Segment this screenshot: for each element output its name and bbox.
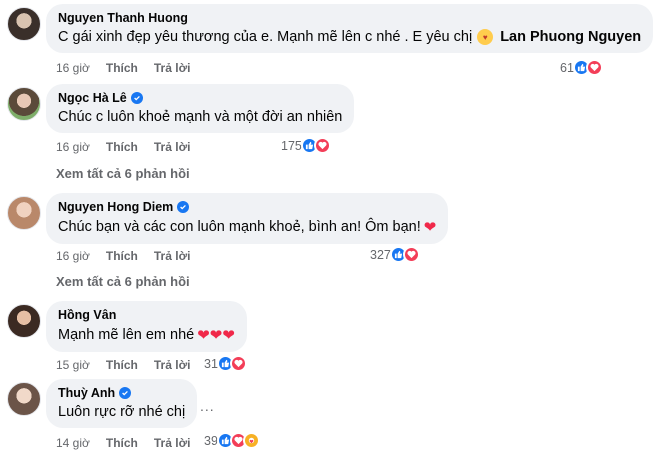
verified-badge-icon xyxy=(130,92,143,104)
comment-text: Chúc bạn và các con luôn mạnh khoẻ, bình… xyxy=(58,218,436,236)
comment-bubble: Thuỳ Anh Luôn rực rỡ nhé chị xyxy=(46,379,198,428)
comment-actions: 14 giờ Thích Trả lời xyxy=(56,436,190,450)
avatar[interactable] xyxy=(7,196,41,230)
love-icon xyxy=(585,59,603,76)
view-replies-link[interactable]: Xem tất cả 6 phản hồi xyxy=(56,166,190,181)
care-icon xyxy=(242,432,260,449)
verified-badge-icon xyxy=(177,201,190,213)
timestamp[interactable]: 16 giờ xyxy=(56,249,90,263)
comment-actions: 16 giờ Thích Trả lời xyxy=(56,61,190,75)
timestamp[interactable]: 16 giờ xyxy=(56,140,90,154)
reaction-summary[interactable]: 175 xyxy=(281,137,331,154)
reaction-count: 61 xyxy=(560,60,574,75)
timestamp[interactable]: 15 giờ xyxy=(56,358,90,372)
comment-bubble: Ngọc Hà Lê Chúc c luôn khoẻ mạnh và một … xyxy=(46,84,355,133)
reaction-summary[interactable]: 61 xyxy=(560,59,603,76)
reaction-summary[interactable]: 39 xyxy=(204,432,260,449)
reply-button[interactable]: Trả lời xyxy=(154,436,191,450)
timestamp[interactable]: 14 giờ xyxy=(56,436,90,450)
author-label[interactable]: Nguyen Hong Diem xyxy=(58,200,173,214)
reaction-summary[interactable]: 327 xyxy=(370,246,420,263)
comment-bubble: Nguyen Thanh Huong C gái xinh đẹp yêu th… xyxy=(46,4,654,53)
heart-emoji-icon: ❤❤❤ xyxy=(197,327,235,344)
avatar[interactable] xyxy=(7,7,41,41)
view-replies-link[interactable]: Xem tất cả 6 phản hồi xyxy=(56,274,190,289)
comment-text-label: Chúc bạn và các con luôn mạnh khoẻ, bình… xyxy=(58,219,421,235)
comment-text-label: C gái xinh đẹp yêu thương của e. Mạnh mẽ… xyxy=(58,29,473,45)
author-label[interactable]: Hồng Vân xyxy=(58,308,116,322)
like-button[interactable]: Thích xyxy=(106,358,138,372)
comment-actions: 15 giờ Thích Trả lời xyxy=(56,358,190,372)
comment-text: Luôn rực rỡ nhé chị xyxy=(58,404,185,420)
reply-button[interactable]: Trả lời xyxy=(154,249,191,263)
like-button[interactable]: Thích xyxy=(106,436,138,450)
reaction-summary[interactable]: 31 xyxy=(204,355,247,372)
reaction-count: 39 xyxy=(204,433,218,448)
verified-badge-icon xyxy=(119,387,132,399)
author-name[interactable]: Nguyen Thanh Huong xyxy=(58,11,641,25)
reply-button[interactable]: Trả lời xyxy=(154,140,191,154)
like-button[interactable]: Thích xyxy=(106,249,138,263)
author-name[interactable]: Hồng Vân xyxy=(58,308,235,322)
author-label[interactable]: Thuỳ Anh xyxy=(58,386,115,400)
avatar[interactable] xyxy=(7,87,41,121)
author-label[interactable]: Ngọc Hà Lê xyxy=(58,91,127,105)
avatar[interactable] xyxy=(7,304,41,338)
comment-bubble: Nguyen Hong Diem Chúc bạn và các con luô… xyxy=(46,193,449,244)
love-icon xyxy=(402,246,420,263)
kiss-emoji-icon: ♥ xyxy=(477,29,494,45)
like-button[interactable]: Thích xyxy=(106,61,138,75)
reaction-count: 175 xyxy=(281,138,302,153)
reply-button[interactable]: Trả lời xyxy=(154,61,191,75)
author-label[interactable]: Nguyen Thanh Huong xyxy=(58,11,188,25)
reaction-count: 31 xyxy=(204,356,218,371)
comment-text-label: Chúc c luôn khoẻ mạnh và một đời an nhiê… xyxy=(58,109,343,125)
timestamp[interactable]: 16 giờ xyxy=(56,61,90,75)
avatar[interactable] xyxy=(7,382,41,416)
love-icon xyxy=(229,355,247,372)
love-icon xyxy=(313,137,331,154)
mention-link[interactable]: Lan Phuong Nguyen xyxy=(500,29,641,45)
author-name[interactable]: Nguyen Hong Diem xyxy=(58,200,436,214)
comment-text-label: Mạnh mẽ lên em nhé xyxy=(58,327,195,343)
comment-text: C gái xinh đẹp yêu thương của e. Mạnh mẽ… xyxy=(58,29,641,45)
heart-emoji-icon: ❤ xyxy=(423,219,437,236)
comment-bubble: Hồng Vân Mạnh mẽ lên em nhé ❤❤❤ xyxy=(46,301,247,352)
reply-button[interactable]: Trả lời xyxy=(154,358,191,372)
comment-text-label: Luôn rực rỡ nhé chị xyxy=(58,404,186,420)
like-button[interactable]: Thích xyxy=(106,140,138,154)
author-name[interactable]: Ngọc Hà Lê xyxy=(58,91,342,105)
comment-actions: 16 giờ Thích Trả lời xyxy=(56,140,190,154)
reaction-count: 327 xyxy=(370,247,391,262)
comment-actions: 16 giờ Thích Trả lời xyxy=(56,249,190,263)
author-name[interactable]: Thuỳ Anh xyxy=(58,386,185,400)
more-options-button[interactable]: ... xyxy=(200,398,215,414)
comment-text: Mạnh mẽ lên em nhé ❤❤❤ xyxy=(58,326,235,344)
comment-text: Chúc c luôn khoẻ mạnh và một đời an nhiê… xyxy=(58,109,342,125)
